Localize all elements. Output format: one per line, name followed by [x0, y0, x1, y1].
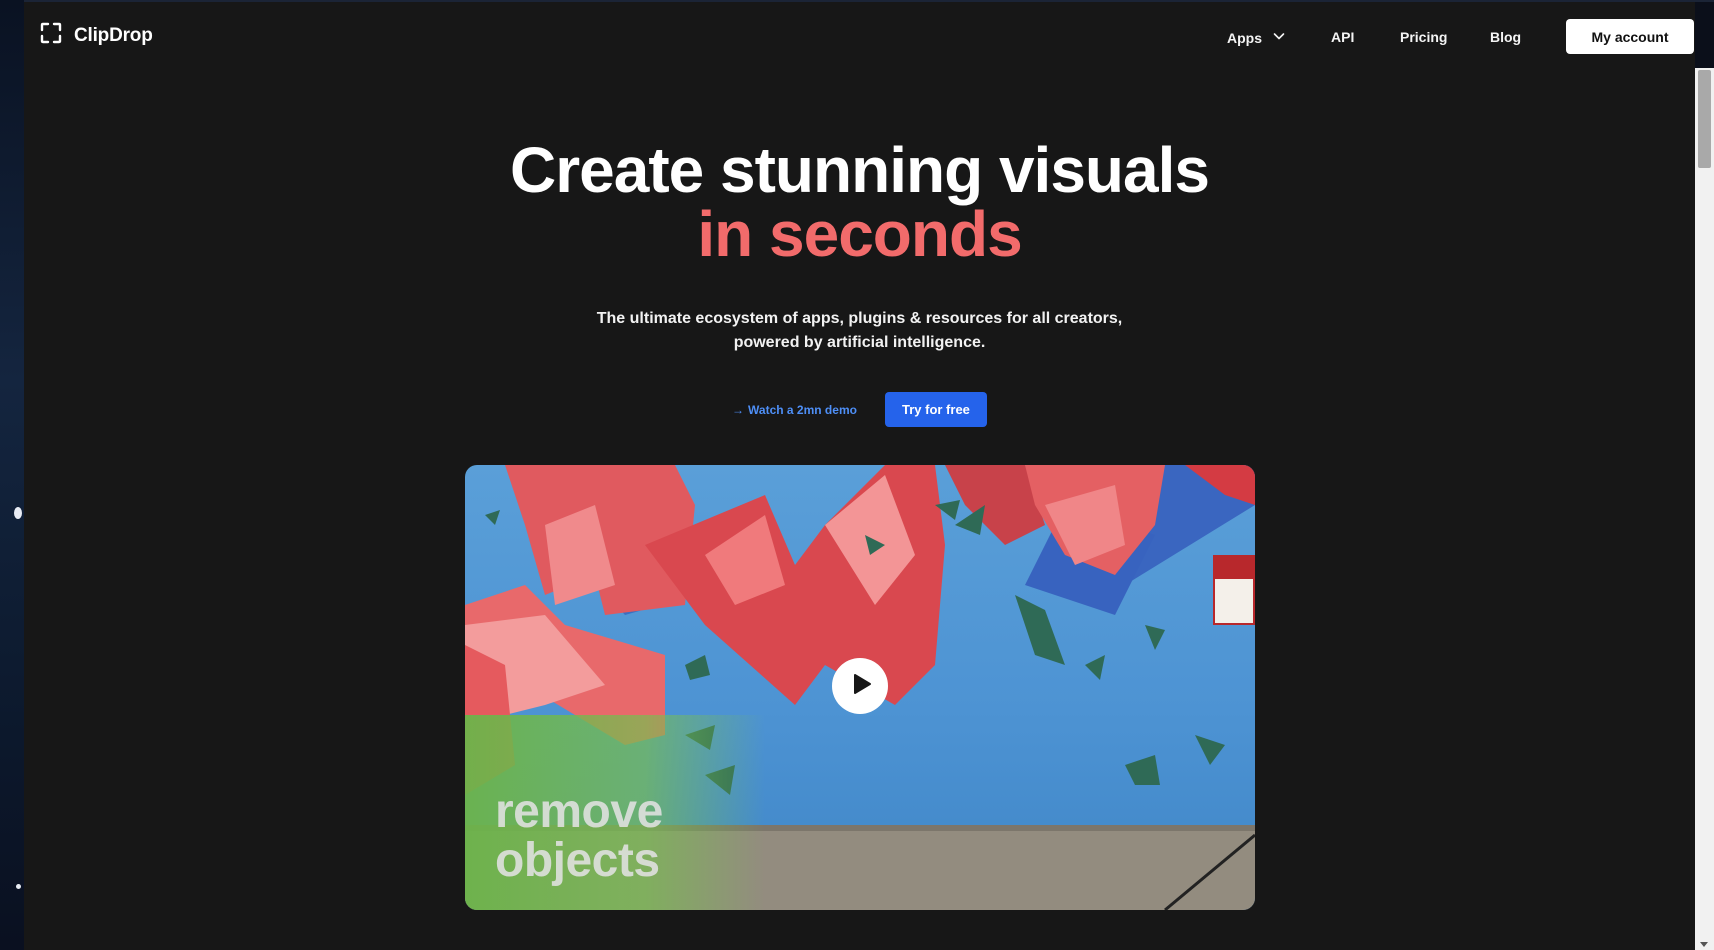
- watch-demo-label: Watch a 2mn demo: [748, 402, 857, 417]
- logo[interactable]: ClipDrop: [40, 22, 153, 49]
- scrollbar[interactable]: [1695, 68, 1714, 950]
- try-for-free-button[interactable]: Try for free: [884, 392, 987, 427]
- hero-title: Create stunning visuals in seconds: [24, 138, 1695, 266]
- subtitle-line2: powered by artificial intelligence.: [733, 334, 986, 351]
- nav-api[interactable]: API: [1331, 29, 1354, 45]
- video-overlay-text: remove objects: [495, 787, 663, 885]
- arrow-right-icon: →: [732, 402, 745, 417]
- overlay-line1: remove: [495, 785, 663, 838]
- nav-apps-label: Apps: [1227, 29, 1262, 46]
- overlay-line2: objects: [495, 834, 660, 887]
- my-account-button[interactable]: My account: [1566, 19, 1694, 54]
- hero-subtitle: The ultimate ecosystem of apps, plugins …: [24, 307, 1695, 355]
- edge-dot: [16, 884, 21, 889]
- demo-video[interactable]: remove objects: [465, 465, 1255, 910]
- watch-demo-link[interactable]: → Watch a 2mn demo: [732, 403, 857, 417]
- nav-blog[interactable]: Blog: [1490, 29, 1521, 45]
- nav-pricing[interactable]: Pricing: [1400, 29, 1447, 45]
- scrollbar-thumb[interactable]: [1698, 70, 1711, 168]
- private-property-sign: [1213, 555, 1255, 625]
- subtitle-line1: The ultimate ecosystem of apps, plugins …: [596, 310, 1123, 327]
- window-edge: [0, 0, 24, 950]
- chevron-down-icon: [1272, 29, 1286, 46]
- cta-row: → Watch a 2mn demo Try for free: [24, 392, 1695, 427]
- hero-title-accent: in seconds: [697, 198, 1022, 270]
- site-header: ClipDrop Apps API Pricing Blog My accoun…: [24, 2, 1695, 70]
- play-icon: [847, 673, 873, 700]
- play-button[interactable]: [832, 658, 888, 714]
- frame-corners-icon: [40, 22, 62, 49]
- page: ClipDrop Apps API Pricing Blog My accoun…: [24, 2, 1695, 950]
- brand-name: ClipDrop: [74, 24, 153, 46]
- edge-dot: [14, 507, 22, 519]
- scroll-down-arrow-icon[interactable]: [1700, 942, 1708, 947]
- hero-title-line1: Create stunning visuals: [510, 134, 1210, 206]
- nav-apps[interactable]: Apps: [1227, 29, 1286, 46]
